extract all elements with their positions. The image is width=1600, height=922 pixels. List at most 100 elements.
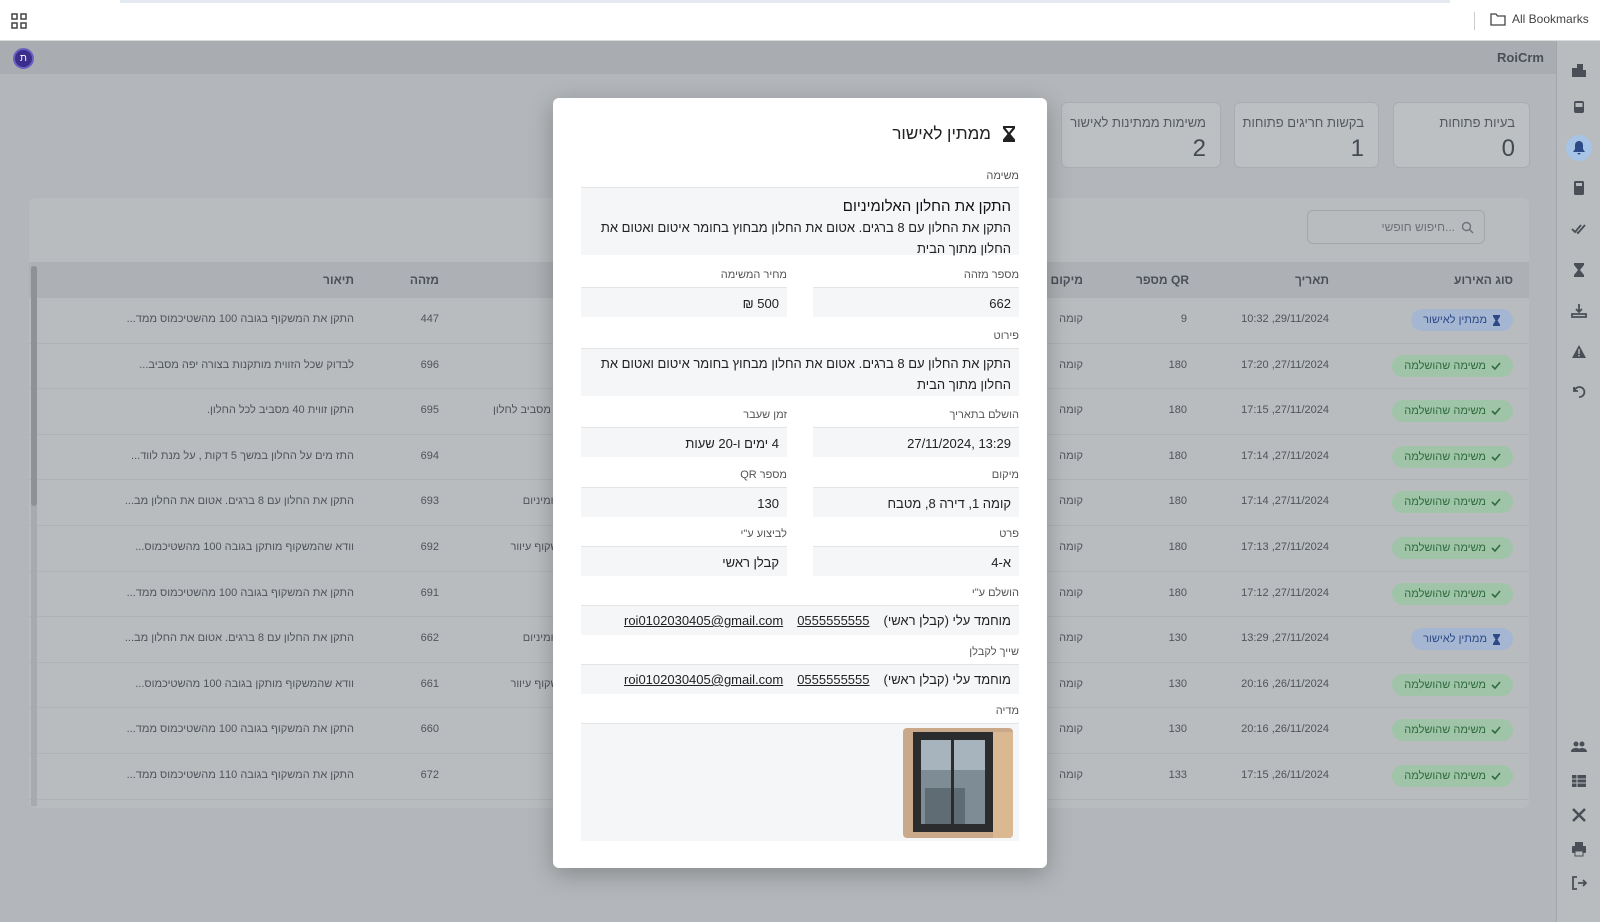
- status-badge-label: משימה שהושלמה: [1404, 678, 1486, 691]
- cell-description: התקן את המשקוף בגובה 110 מהשטיכמוס ממד..…: [126, 768, 354, 781]
- cell-date: 20:16 ,26/11/2024: [1241, 677, 1329, 690]
- completed-by-phone[interactable]: 0555555555: [797, 613, 869, 628]
- hourglass-icon: [1493, 314, 1500, 326]
- status-badge-label: משימה שהושלמה: [1404, 450, 1486, 463]
- details-label: פירוט: [993, 330, 1019, 342]
- header-date[interactable]: תאריך: [1295, 273, 1329, 287]
- cell-location: קומה: [1059, 768, 1083, 781]
- double-check-icon[interactable]: [1568, 218, 1590, 240]
- download-tray-icon[interactable]: [1568, 300, 1590, 322]
- assigned-name: מוחמד עלי (קבלן ראשי): [883, 672, 1012, 687]
- apps-grid-icon[interactable]: [11, 13, 27, 29]
- check-icon: [1491, 407, 1501, 416]
- completed-date-label: הושלם בתאריך: [949, 409, 1019, 421]
- cell-description: התז מים על החלון במשך 5 דקות , על מנת לו…: [131, 449, 354, 462]
- media-thumbnail-window[interactable]: [903, 728, 1013, 838]
- assigned-label: שייך לקבלן: [969, 646, 1019, 658]
- window-photo-icon: [903, 728, 1013, 838]
- id-field: 662: [813, 287, 1019, 317]
- logout-icon[interactable]: [1568, 872, 1590, 894]
- status-badge[interactable]: משימה שהושלמה: [1392, 673, 1513, 696]
- search-placeholder: חיפוש חופשי...: [1381, 220, 1455, 234]
- hourglass-icon: [1493, 633, 1500, 645]
- hourglass-icon[interactable]: [1568, 259, 1590, 281]
- cell-qr: 180: [1168, 358, 1187, 371]
- cell-location: קומה: [1059, 677, 1083, 690]
- table-scrollbar[interactable]: [31, 266, 37, 806]
- task-label: משימה: [986, 170, 1019, 182]
- status-badge[interactable]: משימה שהושלמה: [1392, 719, 1513, 742]
- calculator-icon[interactable]: [1568, 177, 1590, 199]
- assigned-field: מוחמד עלי (קבלן ראשי) 0555555555 roi0102…: [581, 664, 1019, 694]
- cell-id: 660: [420, 723, 439, 736]
- cell-date: 17:14 ,27/11/2024: [1241, 495, 1329, 508]
- cell-id: 692: [420, 540, 439, 553]
- cell-id: 696: [420, 358, 439, 371]
- header-qr[interactable]: מספר QR: [1136, 273, 1189, 287]
- cell-qr: 130: [1168, 677, 1187, 690]
- cell-date: 17:20 ,27/11/2024: [1241, 358, 1329, 371]
- buildings-icon[interactable]: [1568, 59, 1590, 81]
- header-id[interactable]: מזהה: [410, 273, 439, 287]
- check-icon: [1491, 772, 1501, 781]
- cell-date: 10:32 ,29/11/2024: [1241, 313, 1329, 325]
- completed-by-label: הושלם ע"י: [971, 587, 1019, 599]
- open-exceptions-card[interactable]: בקשות חריגים פתוחות 1: [1234, 102, 1379, 168]
- all-bookmarks-button[interactable]: All Bookmarks: [1490, 12, 1589, 26]
- assigned-phone[interactable]: 0555555555: [797, 672, 869, 687]
- status-badge[interactable]: משימה שהושלמה: [1392, 582, 1513, 605]
- tools-icon[interactable]: [1568, 804, 1590, 826]
- header-description[interactable]: תיאור: [323, 273, 354, 287]
- cell-id: 695: [420, 404, 439, 417]
- modal-title-text: ממתין לאישור: [892, 124, 991, 143]
- status-badge[interactable]: משימה שהושלמה: [1392, 536, 1513, 559]
- undo-icon[interactable]: [1568, 381, 1590, 403]
- details-field: התקן את החלון עם 8 ברגים. אטום את החלון …: [581, 348, 1019, 396]
- status-badge[interactable]: משימה שהושלמה: [1392, 445, 1513, 468]
- task-details-modal: ממתין לאישור משימה התקן את החלון האלומינ…: [553, 98, 1047, 868]
- completed-by-email[interactable]: roi0102030405@gmail.com: [624, 613, 783, 628]
- assigned-email[interactable]: roi0102030405@gmail.com: [624, 672, 783, 687]
- header-type[interactable]: סוג האירוע: [1454, 273, 1513, 287]
- cell-date: 13:29 ,27/11/2024: [1241, 632, 1329, 645]
- qr-field: 130: [581, 487, 787, 517]
- table-scrollbar-thumb[interactable]: [31, 266, 37, 506]
- hourglass-icon: [1003, 126, 1015, 142]
- check-icon: [1491, 362, 1501, 370]
- status-badge-label: משימה שהושלמה: [1404, 359, 1486, 372]
- warning-icon[interactable]: [1568, 341, 1590, 363]
- status-badge[interactable]: משימה שהושלמה: [1392, 354, 1513, 377]
- modal-title: ממתין לאישור: [892, 124, 1017, 144]
- status-badge[interactable]: משימה שהושלמה: [1392, 491, 1513, 514]
- status-badge-label: ממתין לאישור: [1423, 633, 1487, 646]
- right-sidebar: [1556, 41, 1600, 922]
- open-issues-card[interactable]: בעיות פתוחות 0: [1393, 102, 1530, 168]
- task-title: התקן את החלון האלומיניום: [842, 198, 1011, 215]
- status-badge-label: משימה שהושלמה: [1404, 405, 1486, 418]
- qr-label: מספר QR: [740, 469, 787, 481]
- cell-location: קומה: [1059, 313, 1083, 325]
- executor-label: לביצוע ע"י: [740, 528, 787, 540]
- search-icon: [1461, 221, 1474, 233]
- cell-description: וודא שהמשקוף מותקן בגובה 100 מהשטיכמוס..…: [135, 677, 354, 690]
- header-location[interactable]: מיקום: [1051, 273, 1083, 287]
- cell-description: לבדוק שכל הזווית מותקנות בצורה יפה מסביב…: [139, 358, 354, 371]
- pending-tasks-card[interactable]: משימות ממתינות לאישור 2: [1061, 102, 1221, 168]
- cell-date: 17:12 ,27/11/2024: [1241, 586, 1329, 599]
- bus-icon[interactable]: [1568, 97, 1590, 119]
- table-icon[interactable]: [1568, 770, 1590, 792]
- avatar[interactable]: ת: [13, 48, 34, 69]
- users-icon[interactable]: [1568, 736, 1590, 758]
- printer-icon[interactable]: [1568, 838, 1590, 860]
- bell-icon[interactable]: [1566, 135, 1592, 161]
- item-label: פרט: [999, 528, 1019, 540]
- status-badge[interactable]: משימה שהושלמה: [1392, 400, 1513, 423]
- search-input[interactable]: חיפוש חופשי...: [1307, 210, 1485, 244]
- cell-location: קומה: [1059, 540, 1083, 553]
- brand-logo[interactable]: RoiCrm: [1497, 50, 1544, 65]
- status-badge[interactable]: משימה שהושלמה: [1392, 764, 1513, 787]
- status-badge[interactable]: ממתין לאישור: [1411, 628, 1513, 651]
- status-badge[interactable]: ממתין לאישור: [1411, 309, 1513, 331]
- bookmarks-separator: [1474, 12, 1475, 30]
- cell-description: התקן זווית 40 מסביב לכל החלון.: [206, 404, 354, 417]
